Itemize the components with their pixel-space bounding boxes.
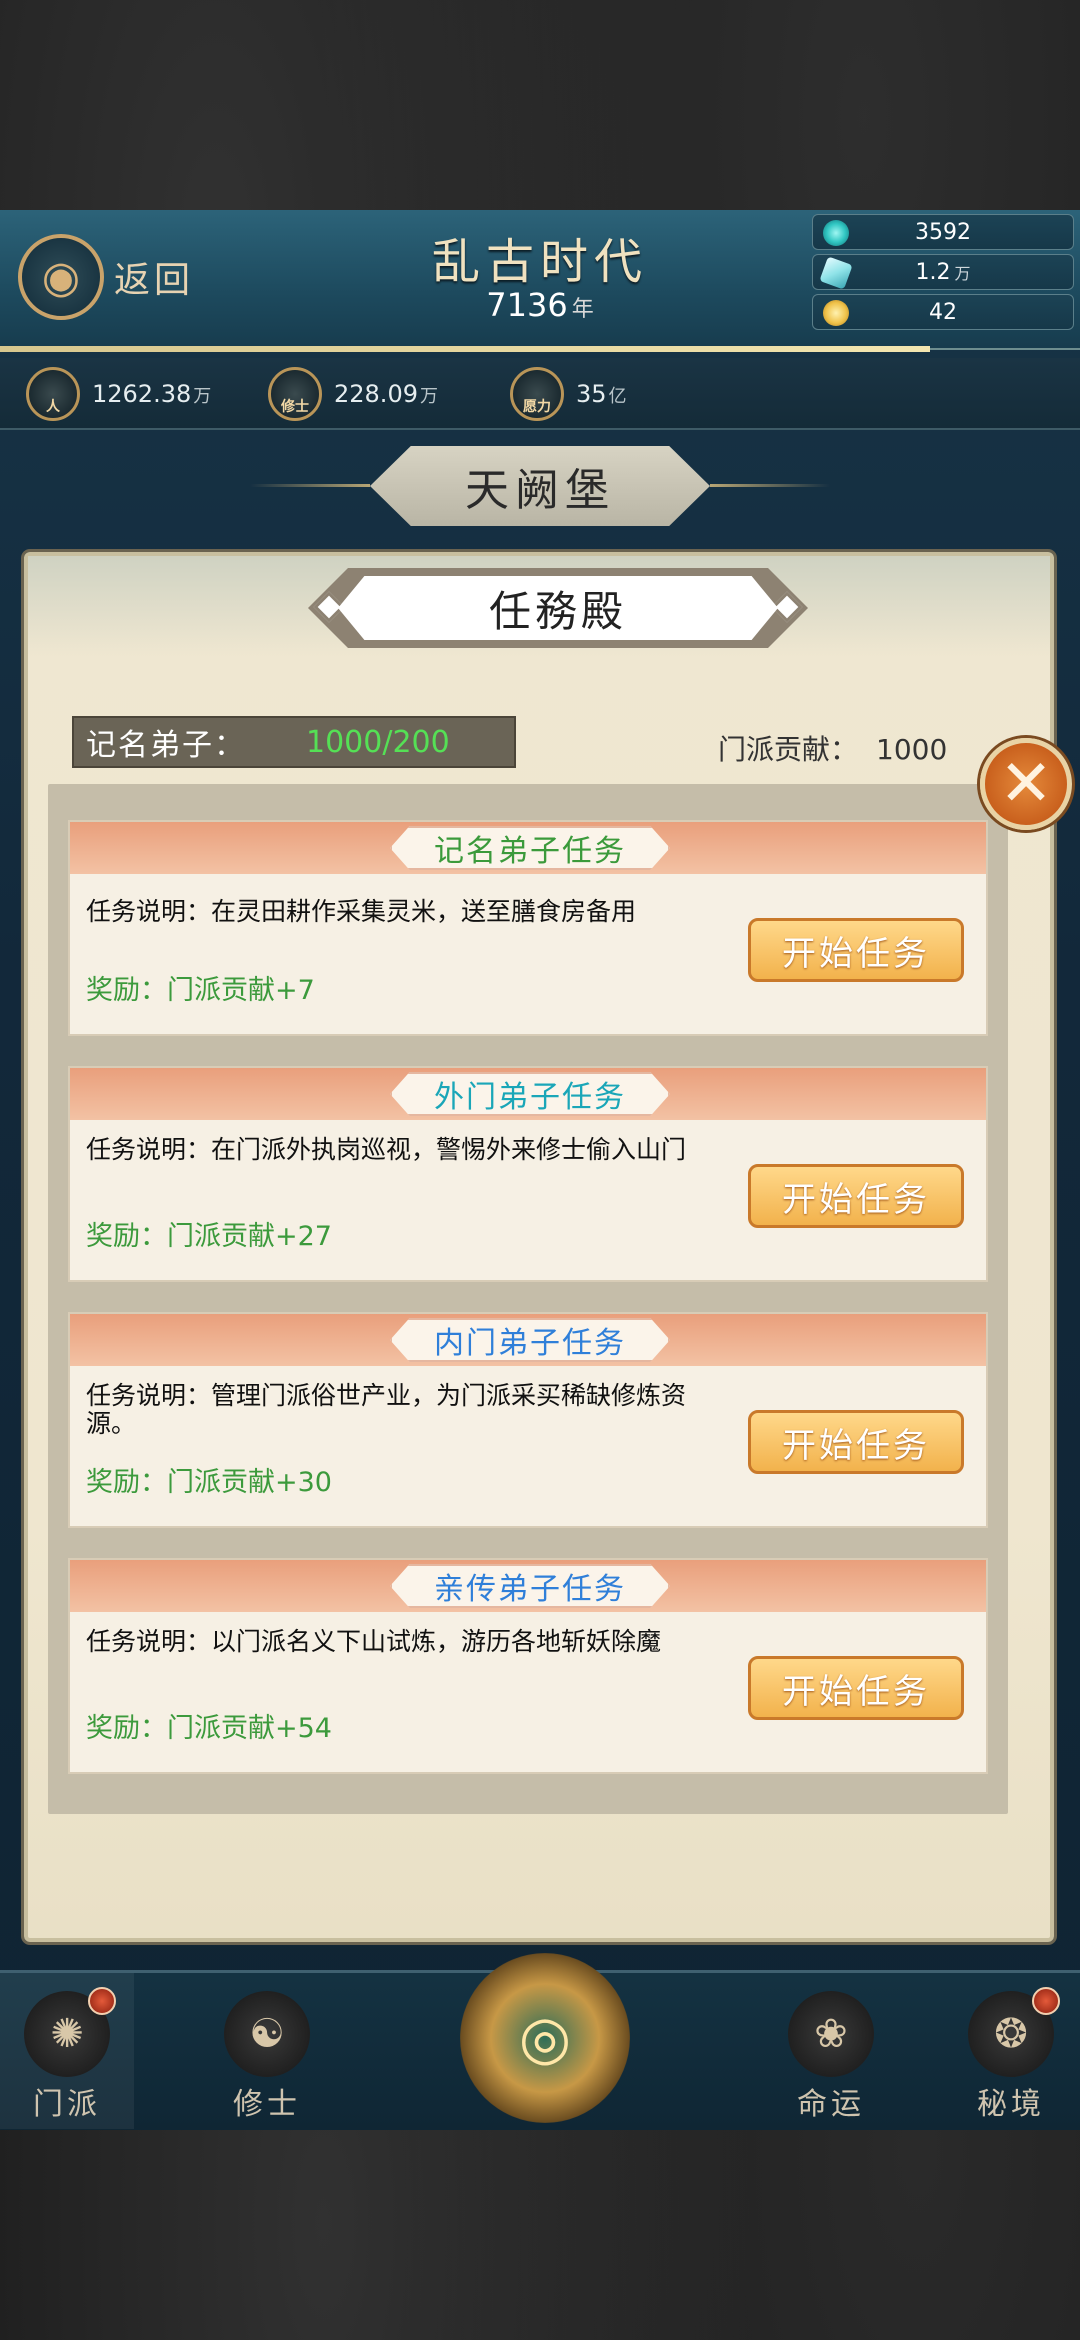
back-button[interactable]: ◉ 返回 [18, 232, 208, 322]
task-description: 任务说明：在门派外执岗巡视，警惕外来修士偷入山门 [86, 1135, 687, 1164]
panel-title: 任務殿 [338, 576, 778, 640]
task-name: 亲传弟子任务 [390, 1564, 670, 1608]
task-reward: 奖励：门派贡献+54 [86, 1713, 332, 1744]
top-bar: ◉ 返回 乱古时代 7136 年 3592 1.2 万 42 [0, 210, 1080, 352]
era-year: 7136 年 [380, 286, 700, 324]
task-list: 记名弟子任务 任务说明：在灵田耕作采集灵米，送至膳食房备用 奖励：门派贡献+7 … [48, 784, 1008, 1814]
contribution-value: 1000 [876, 733, 948, 766]
task-hall-panel: 任務殿 记名弟子： 1000/200 门派贡献： 1000 记名弟子任务 任务说明… [24, 552, 1054, 1942]
stat-wish-power[interactable]: 愿力 35 亿 [510, 366, 627, 422]
task-description: 任务说明：在灵田耕作采集灵米，送至膳食房备用 [86, 897, 637, 926]
task-name: 外门弟子任务 [390, 1072, 670, 1116]
crystal-icon [819, 256, 853, 290]
era-title: 乱古时代 [431, 234, 648, 290]
resource-crystal[interactable]: 1.2 万 [812, 254, 1074, 290]
stat-unit: 亿 [608, 386, 627, 407]
wish-power-icon: 愿力 [510, 367, 564, 421]
population-icon: 人 [26, 367, 80, 421]
fate-swirl-icon: ❀ [788, 1991, 874, 2077]
world-globe-icon: ◎ [518, 2003, 572, 2073]
back-label: 返回 [114, 260, 195, 301]
close-button[interactable]: ✕ [980, 738, 1072, 830]
notification-badge [1032, 1987, 1060, 2015]
task-name: 记名弟子任务 [390, 826, 670, 870]
task-reward: 奖励：门派贡献+30 [86, 1467, 332, 1498]
top-progress-bar [0, 346, 930, 352]
task-card-personal: 亲传弟子任务 任务说明：以门派名义下山试炼，游历各地斩妖除魔 奖励：门派贡献+5… [68, 1558, 988, 1774]
location-ornament-right [710, 484, 830, 487]
world-map-button[interactable]: ◎ [460, 1953, 630, 2123]
cultivator-icon: 修士 [268, 367, 322, 421]
spirit-stone-icon [823, 220, 849, 246]
task-reward: 奖励：门派贡献+27 [86, 1221, 332, 1252]
nav-label: 秘境 [977, 2087, 1045, 2122]
task-description: 任务说明：管理门派俗世产业，为门派采买稀缺修炼资源。 [86, 1381, 687, 1438]
start-task-button[interactable]: 开始任务 [748, 1656, 964, 1720]
location-banner: 天阙堡 [370, 446, 710, 526]
disciple-count-box: 记名弟子： 1000/200 [72, 716, 516, 768]
resource-spirit-stone[interactable]: 3592 [812, 214, 1074, 250]
location-ornament-left [250, 484, 370, 487]
stat-unit: 万 [193, 386, 212, 407]
stat-number: 1262.38 [92, 380, 192, 408]
stat-value: 35 亿 [576, 380, 627, 408]
task-card-outer: 外门弟子任务 任务说明：在门派外执岗巡视，警惕外来修士偷入山门 奖励：门派贡献+… [68, 1066, 988, 1282]
stats-bar: 人 1262.38 万 修士 228.09 万 愿力 35 亿 [0, 358, 1080, 430]
disciple-value: 1000/200 [306, 724, 450, 760]
stat-unit: 万 [419, 386, 438, 407]
resource-value: 42 [929, 299, 957, 325]
start-task-button[interactable]: 开始任务 [748, 1410, 964, 1474]
back-icon: ◉ [18, 234, 104, 320]
sect-contribution: 门派贡献： 1000 [718, 728, 947, 768]
game-screen: ◉ 返回 乱古时代 7136 年 3592 1.2 万 42 人 1262.38… [0, 210, 1080, 2130]
year-value: 7136 [486, 286, 568, 324]
stat-value: 1262.38 万 [92, 380, 211, 408]
resource-value: 3592 [915, 219, 971, 245]
task-description: 任务说明：以门派名义下山试炼，游历各地斩妖除魔 [86, 1627, 662, 1656]
gold-ingot-icon [823, 300, 849, 326]
year-unit: 年 [571, 297, 594, 322]
resource-panel: 3592 1.2 万 42 [812, 214, 1074, 334]
disciple-label: 记名弟子： [86, 728, 246, 763]
start-task-button[interactable]: 开始任务 [748, 918, 964, 982]
stat-number: 228.09 [334, 380, 418, 408]
nav-label: 修士 [233, 2087, 301, 2122]
resource-value: 1.2 [915, 259, 951, 285]
stat-population[interactable]: 人 1262.38 万 [26, 366, 211, 422]
stat-cultivators[interactable]: 修士 228.09 万 [268, 366, 438, 422]
notification-badge [88, 1987, 116, 2015]
close-icon: ✕ [999, 747, 1053, 821]
resource-gold[interactable]: 42 [812, 294, 1074, 330]
resource-unit: 万 [954, 264, 971, 283]
nav-fate[interactable]: ❀ 命运 [766, 1985, 896, 2122]
stat-value: 228.09 万 [334, 380, 438, 408]
nav-label: 命运 [797, 2087, 865, 2122]
contribution-label: 门派贡献： [718, 733, 859, 766]
task-card-inner: 内门弟子任务 任务说明：管理门派俗世产业，为门派采买稀缺修炼资源。 奖励：门派贡… [68, 1312, 988, 1528]
task-name: 内门弟子任务 [390, 1318, 670, 1362]
task-reward: 奖励：门派贡献+7 [86, 975, 315, 1006]
nav-label: 门派 [33, 2087, 101, 2122]
task-card-registered: 记名弟子任务 任务说明：在灵田耕作采集灵米，送至膳食房备用 奖励：门派贡献+7 … [68, 820, 988, 1036]
meditating-figure-icon: ☯ [224, 1991, 310, 2077]
bottom-nav: ✺ 门派 ☯ 修士 ◎ ❀ 命运 ❂ 秘境 [0, 1953, 1080, 2130]
stat-number: 35 [576, 380, 607, 408]
nav-sect[interactable]: ✺ 门派 [2, 1985, 132, 2122]
start-task-button[interactable]: 开始任务 [748, 1164, 964, 1228]
nav-cultivator[interactable]: ☯ 修士 [202, 1985, 332, 2122]
nav-secret-realm[interactable]: ❂ 秘境 [946, 1985, 1076, 2122]
